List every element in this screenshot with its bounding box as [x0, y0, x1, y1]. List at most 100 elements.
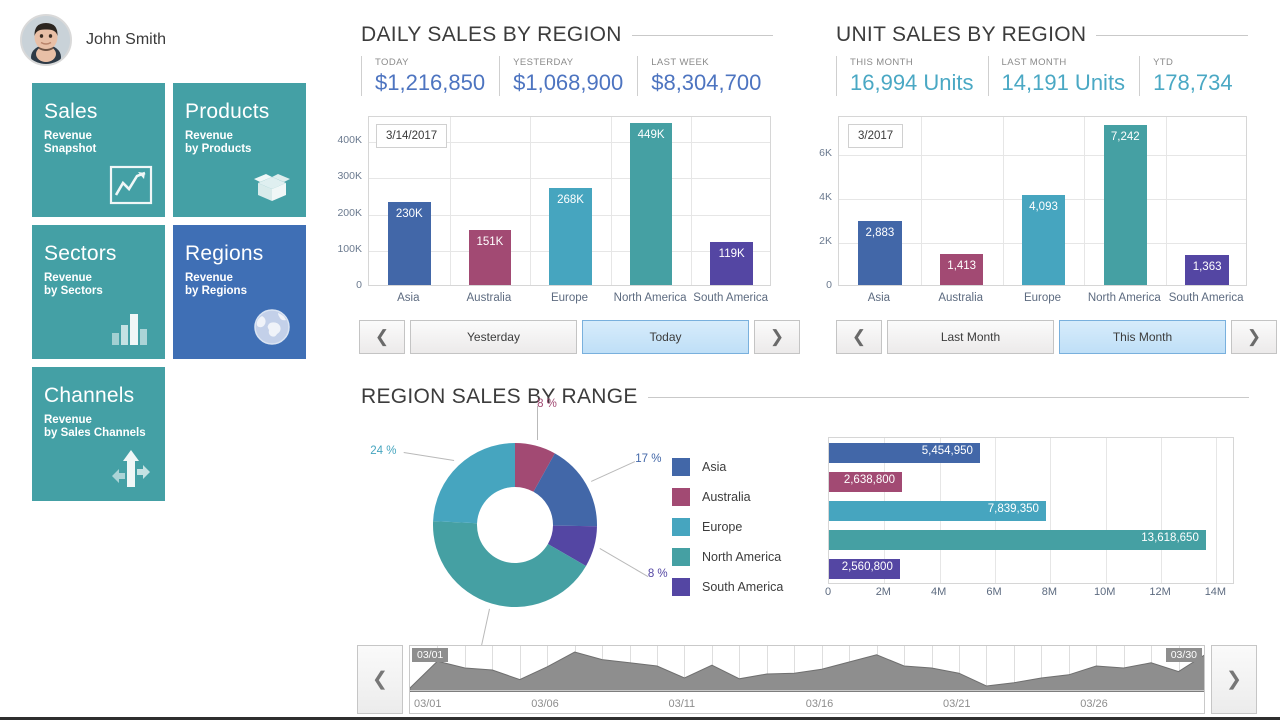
y-axis-tick: 100K	[330, 243, 362, 255]
bar-north-america[interactable]: 449K	[630, 123, 673, 285]
y-axis-tick: 4K	[806, 191, 832, 203]
kpi-last-month: LAST MONTH 14,191 Units	[988, 56, 1140, 96]
next-button[interactable]: ❯	[1231, 320, 1277, 354]
y-axis-tick: 0	[806, 279, 832, 291]
unit-sales-chart[interactable]: 2,8831,4134,0937,2421,36302K4K6KAsiaAust…	[806, 112, 1251, 312]
x-axis-tick: 10M	[1083, 586, 1127, 598]
x-axis-tick: 8M	[1027, 586, 1071, 598]
gridline	[1050, 438, 1051, 583]
bar-value-label: 1,413	[940, 260, 983, 272]
tile-sub-line1: Revenue	[44, 414, 165, 427]
last-month-button[interactable]: Last Month	[887, 320, 1054, 354]
range-end-handle[interactable]: 03/30	[1166, 648, 1202, 662]
range-start-handle[interactable]: 03/01	[412, 648, 448, 662]
prev-button[interactable]: ❮	[836, 320, 882, 354]
y-axis-tick: 400K	[330, 134, 362, 146]
x-axis-label: South America	[1159, 292, 1253, 304]
legend-label: Asia	[702, 460, 726, 474]
avatar[interactable]	[20, 14, 72, 66]
gridline	[1216, 438, 1217, 583]
range-tick-label: 03/11	[668, 698, 695, 710]
range-prev-button[interactable]: ❮	[357, 645, 403, 714]
donut-slice-europe[interactable]	[433, 443, 515, 523]
range-tick-label: 03/21	[943, 698, 971, 710]
title-rule	[1096, 35, 1248, 36]
x-axis-tick: 0	[806, 586, 850, 598]
region-donut-chart[interactable]: 8 %17 %8 %42 %24 %	[415, 425, 615, 625]
range-selector: ❮ 03/0103/0603/1103/1603/2103/2603/0103/…	[357, 645, 1257, 714]
bar-australia[interactable]: 1,413	[940, 254, 983, 285]
range-tick-label: 03/01	[414, 698, 442, 710]
gridline	[611, 117, 612, 285]
bar-south-america[interactable]: 1,363	[1185, 255, 1228, 285]
axis-line	[410, 690, 1204, 691]
x-axis-tick: 6M	[972, 586, 1016, 598]
donut-svg	[415, 425, 615, 625]
legend-item-australia[interactable]: Australia	[672, 482, 783, 512]
bar-asia[interactable]: 230K	[388, 202, 431, 285]
tile-sub-line2: by Regions	[185, 285, 306, 298]
hbar-value-label: 5,454,950	[922, 445, 973, 457]
bar-south-america[interactable]: 119K	[710, 242, 753, 285]
tile-sales[interactable]: Sales Revenue Snapshot	[32, 83, 165, 217]
tile-sub-line2: by Products	[185, 143, 306, 156]
area-path	[410, 652, 1205, 692]
hbar-value-label: 13,618,650	[1141, 532, 1199, 544]
this-month-button[interactable]: This Month	[1059, 320, 1226, 354]
bar-value-label: 151K	[469, 236, 512, 248]
tile-sub-line1: Revenue	[185, 130, 306, 143]
globe-icon	[248, 303, 296, 351]
bar-chart-icon	[107, 303, 155, 351]
range-track[interactable]: 03/0103/0603/1103/1603/2103/2603/0103/30	[409, 645, 1205, 714]
hbar-australia[interactable]: 2,638,800	[829, 472, 902, 492]
region-horizontal-bar-chart[interactable]: 5,454,950 2,638,800 7,839,350 13,618,650 2,5…	[828, 437, 1234, 584]
next-button[interactable]: ❯	[754, 320, 800, 354]
bar-europe[interactable]: 268K	[549, 188, 592, 285]
tile-grid: Sales Revenue Snapshot Products Revenue	[32, 83, 310, 509]
donut-percent-label: 17 %	[635, 453, 661, 465]
date-badge[interactable]: 3/14/2017	[376, 124, 447, 148]
x-axis-tick: 14M	[1193, 586, 1237, 598]
legend-item-europe[interactable]: Europe	[672, 512, 783, 542]
bar-value-label: 2,883	[858, 227, 901, 239]
legend-item-north-america[interactable]: North America	[672, 542, 783, 572]
user-profile[interactable]: John Smith	[20, 14, 166, 66]
hbar-europe[interactable]: 7,839,350	[829, 501, 1046, 521]
daily-sales-nav: ❮ Yesterday Today ❯	[359, 320, 800, 354]
gridline	[921, 117, 922, 285]
y-axis-tick: 6K	[806, 147, 832, 159]
legend-item-asia[interactable]: Asia	[672, 452, 783, 482]
hbar-south-america[interactable]: 2,560,800	[829, 559, 900, 579]
legend-item-south-america[interactable]: South America	[672, 572, 783, 602]
tile-channels[interactable]: Channels Revenue by Sales Channels	[32, 367, 165, 501]
hbar-north-america[interactable]: 13,618,650	[829, 530, 1206, 550]
legend-label: North America	[702, 550, 781, 564]
donut-percent-label: 8 %	[537, 398, 557, 410]
bar-europe[interactable]: 4,093	[1022, 195, 1065, 285]
unit-sales-panel: UNIT SALES BY REGION THIS MONTH 16,994 U…	[836, 23, 1248, 96]
prev-button[interactable]: ❮	[359, 320, 405, 354]
gridline	[1084, 117, 1085, 285]
daily-sales-chart[interactable]: 230K151K268K449K119K0100K200K300K400KAsi…	[330, 112, 775, 312]
bar-value-label: 268K	[549, 194, 592, 206]
bar-asia[interactable]: 2,883	[858, 221, 901, 285]
legend-label: South America	[702, 580, 783, 594]
x-axis-label: North America	[604, 292, 697, 304]
bar-north-america[interactable]: 7,242	[1104, 125, 1147, 285]
tile-sectors[interactable]: Sectors Revenue by Sectors	[32, 225, 165, 359]
bar-australia[interactable]: 151K	[469, 230, 512, 285]
tile-title: Channels	[44, 385, 165, 406]
donut-percent-label: 8 %	[648, 568, 668, 580]
hbar-asia[interactable]: 5,454,950	[829, 443, 980, 463]
y-axis-tick: 300K	[330, 170, 362, 182]
date-badge[interactable]: 3/2017	[848, 124, 903, 148]
tile-products[interactable]: Products Revenue by Products	[173, 83, 306, 217]
tile-regions[interactable]: Regions Revenue by Regions	[173, 225, 306, 359]
range-next-button[interactable]: ❯	[1211, 645, 1257, 714]
daily-sales-title: DAILY SALES BY REGION	[361, 23, 773, 47]
y-axis-tick: 0	[330, 279, 362, 291]
tile-sub-line2: by Sales Channels	[44, 427, 165, 440]
range-area-chart[interactable]	[410, 646, 1205, 692]
yesterday-button[interactable]: Yesterday	[410, 320, 577, 354]
today-button[interactable]: Today	[582, 320, 749, 354]
